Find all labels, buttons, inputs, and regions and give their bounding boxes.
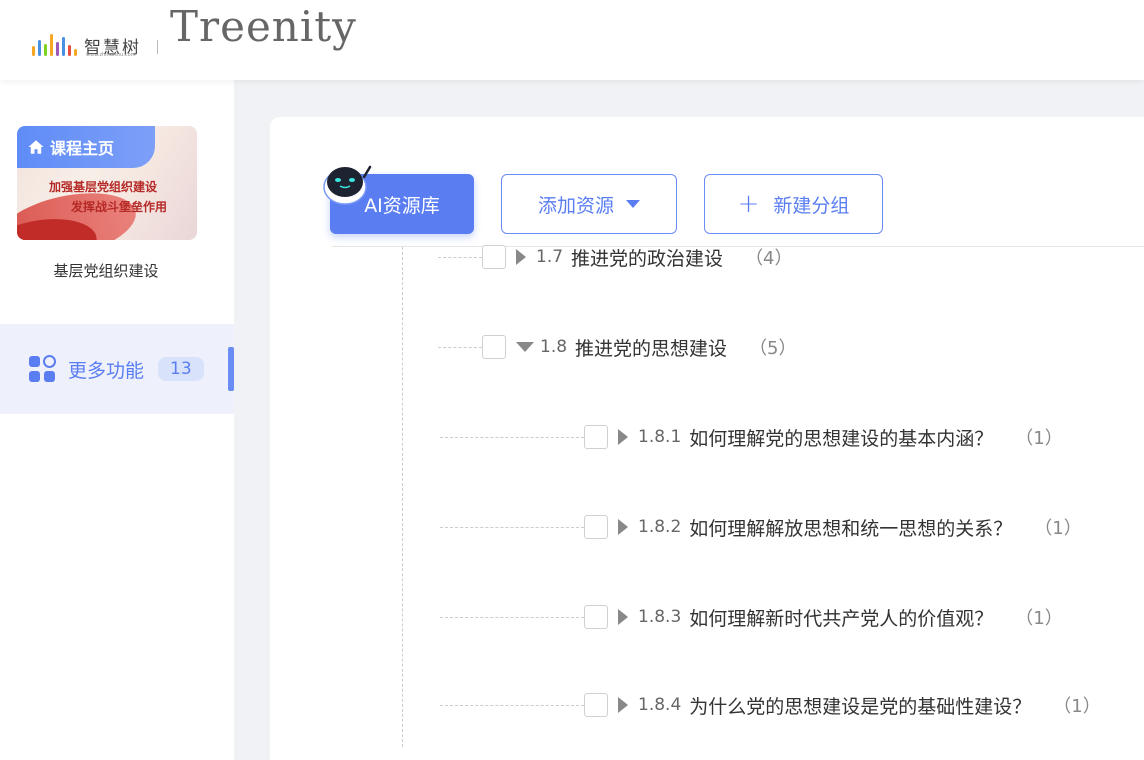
node-title[interactable]: 推进党的思想建设 bbox=[575, 334, 727, 361]
node-checkbox[interactable] bbox=[584, 605, 608, 629]
tree-node-1-7[interactable]: 1.7 推进党的政治建设 （4） bbox=[438, 244, 793, 270]
tree-branch-line bbox=[440, 436, 584, 438]
node-number: 1.8.4 bbox=[638, 695, 682, 715]
more-functions-label: 更多功能 bbox=[68, 359, 145, 382]
tree-branch-line bbox=[440, 616, 584, 618]
node-checkbox[interactable] bbox=[584, 425, 608, 449]
logo-divider bbox=[157, 40, 158, 54]
node-count: （1） bbox=[1015, 608, 1063, 629]
node-checkbox[interactable] bbox=[482, 245, 506, 269]
node-title[interactable]: 为什么党的思想建设是党的基础性建设？ bbox=[689, 692, 1031, 719]
expand-arrow-icon[interactable] bbox=[618, 609, 628, 625]
course-home-label: 课程主页 bbox=[50, 139, 115, 158]
node-count: （1） bbox=[1015, 428, 1063, 449]
node-count: （5） bbox=[749, 338, 797, 359]
node-title[interactable]: 如何理解解放思想和统一思想的关系？ bbox=[689, 514, 1012, 541]
sidebar: 加强基层党组织建设 发挥战斗堡垒作用 课程主页 基层党组织建设 更多功能 13 bbox=[0, 80, 234, 760]
expand-arrow-icon[interactable] bbox=[618, 519, 628, 535]
node-count: （1） bbox=[1053, 696, 1101, 717]
course-home-ribbon[interactable]: 课程主页 bbox=[17, 126, 155, 168]
course-cover[interactable]: 加强基层党组织建设 发挥战斗堡垒作用 课程主页 bbox=[17, 126, 197, 240]
active-indicator bbox=[228, 347, 234, 391]
node-checkbox[interactable] bbox=[584, 515, 608, 539]
cover-text-line2: 发挥战斗堡垒作用 bbox=[71, 200, 168, 214]
node-number: 1.8 bbox=[540, 337, 568, 357]
more-functions-count-badge: 13 bbox=[158, 357, 204, 381]
node-checkbox[interactable] bbox=[482, 335, 506, 359]
tree-branch-line bbox=[440, 526, 584, 528]
tree-branch-line bbox=[438, 346, 482, 348]
add-resource-label: 添加资源 bbox=[537, 194, 614, 217]
expand-arrow-icon[interactable] bbox=[516, 249, 526, 265]
tree-node-1-8-2[interactable]: 1.8.2 如何理解解放思想和统一思想的关系？ （1） bbox=[440, 514, 1082, 540]
logo-url: www.zhihuishu.com bbox=[86, 52, 136, 58]
cover-text-line1: 加强基层党组织建设 bbox=[49, 180, 158, 194]
tree-connector-line bbox=[402, 247, 403, 747]
tree-branch-line bbox=[440, 704, 584, 706]
new-group-button[interactable]: + 新建分组 bbox=[704, 174, 883, 234]
treenity-logo[interactable]: Treenity bbox=[170, 2, 357, 51]
apps-icon bbox=[29, 355, 56, 382]
ai-robot-icon bbox=[323, 165, 372, 205]
caret-down-icon bbox=[626, 200, 640, 208]
node-title[interactable]: 如何理解新时代共产党人的价值观？ bbox=[689, 604, 993, 631]
tree-node-1-8-4[interactable]: 1.8.4 为什么党的思想建设是党的基础性建设？ （1） bbox=[440, 692, 1101, 718]
node-checkbox[interactable] bbox=[584, 693, 608, 717]
new-group-label: 新建分组 bbox=[773, 194, 850, 217]
expand-arrow-icon[interactable] bbox=[618, 697, 628, 713]
tree-node-1-8-1[interactable]: 1.8.1 如何理解党的思想建设的基本内涵？ （1） bbox=[440, 424, 1063, 450]
node-number: 1.7 bbox=[536, 247, 564, 267]
tree-node-1-8-3[interactable]: 1.8.3 如何理解新时代共产党人的价值观？ （1） bbox=[440, 604, 1063, 630]
node-title[interactable]: 如何理解党的思想建设的基本内涵？ bbox=[689, 424, 993, 451]
node-count: （4） bbox=[745, 248, 793, 269]
node-number: 1.8.3 bbox=[638, 607, 682, 627]
top-header: 智慧树 www.zhihuishu.com Treenity bbox=[0, 0, 1144, 80]
sidebar-item-more-functions[interactable]: 更多功能 13 bbox=[0, 324, 234, 414]
course-name: 基层党组织建设 bbox=[53, 262, 159, 280]
tree-branch-line bbox=[438, 256, 482, 258]
add-resource-dropdown[interactable]: 添加资源 bbox=[501, 174, 677, 234]
collapse-arrow-icon[interactable] bbox=[516, 342, 534, 352]
plus-icon: + bbox=[737, 189, 760, 219]
home-icon bbox=[28, 140, 44, 154]
node-title[interactable]: 推进党的政治建设 bbox=[571, 244, 723, 271]
node-number: 1.8.1 bbox=[638, 427, 682, 447]
logo-bars-icon bbox=[32, 32, 77, 56]
tree-node-1-8[interactable]: 1.8 推进党的思想建设 （5） bbox=[438, 334, 797, 360]
node-number: 1.8.2 bbox=[638, 517, 682, 537]
node-count: （1） bbox=[1034, 518, 1082, 539]
expand-arrow-icon[interactable] bbox=[618, 429, 628, 445]
